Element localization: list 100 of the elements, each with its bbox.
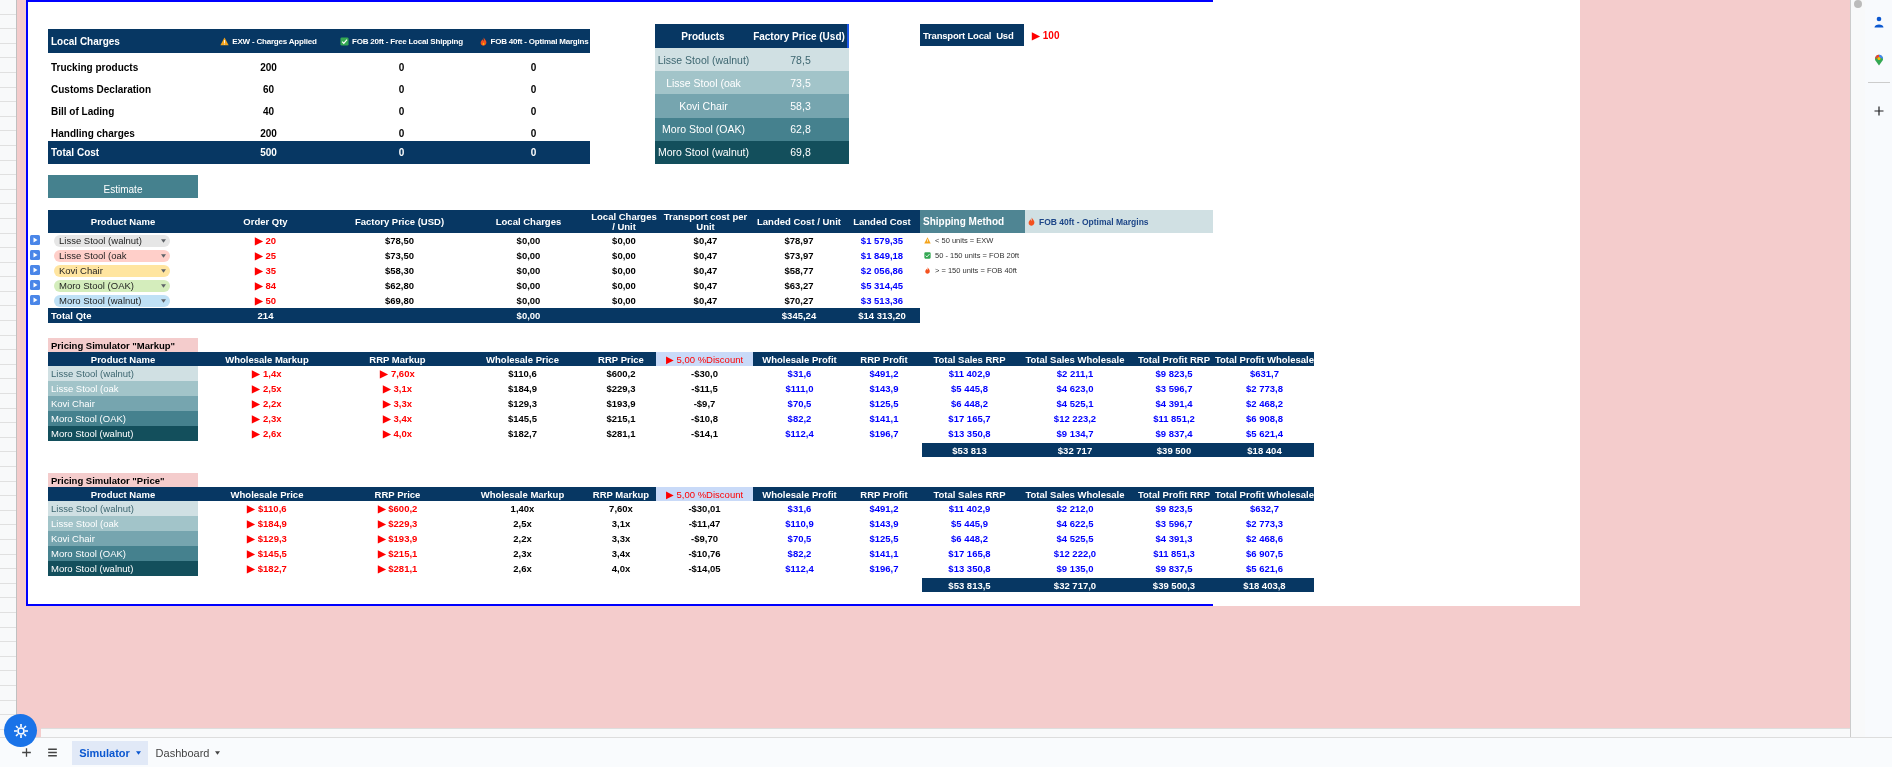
plus-icon[interactable] bbox=[1872, 105, 1885, 117]
table-cell-text: ▶ 2,3x bbox=[250, 412, 283, 426]
fire-icon bbox=[924, 267, 931, 274]
table-cell-text: $0,47 bbox=[692, 264, 719, 278]
transport-header: Transport Local Usd bbox=[920, 24, 1024, 46]
table-cell-text: ▶ 2,2x bbox=[250, 397, 283, 411]
table-cell-text: $5 445,8 bbox=[950, 382, 989, 396]
table-cell-text: $0,00 bbox=[611, 294, 637, 308]
table-cell-text: ▶ $193,9 bbox=[376, 532, 419, 546]
table-cell-text: $0,00 bbox=[611, 264, 637, 278]
table-cell-text: ▶ 3,3x bbox=[381, 397, 414, 411]
table-cell: Moro Stool (walnut) bbox=[48, 426, 198, 441]
table-cell-text: ▶ $600,2 bbox=[376, 502, 419, 516]
table-cell-text: $13 350,8 bbox=[947, 427, 992, 441]
table-cell-text: $6 908,8 bbox=[1245, 412, 1284, 426]
total-cell: $53 813 bbox=[922, 443, 1017, 457]
product-dropdown[interactable]: Moro Stool (OAK) bbox=[54, 279, 170, 292]
total-cell: $39 500,3 bbox=[1133, 578, 1215, 592]
table-cell-text: ▶ $184,9 bbox=[245, 517, 288, 531]
table-cell: Moro Stool (walnut) bbox=[48, 561, 198, 576]
person-icon[interactable] bbox=[1872, 16, 1885, 28]
play-icon[interactable] bbox=[30, 280, 40, 290]
column-header: Wholesale Price bbox=[198, 487, 336, 501]
horizontal-scrollbar[interactable] bbox=[41, 728, 1850, 738]
table-cell-text: $3 513,36 bbox=[859, 294, 905, 308]
table-cell-text: $4 391,4 bbox=[1154, 397, 1194, 411]
total-cell: $18 404 bbox=[1215, 443, 1314, 457]
table-cell-text: $11 851,2 bbox=[1152, 412, 1196, 426]
total-cell: $32 717 bbox=[1017, 443, 1133, 457]
warning-icon bbox=[220, 36, 230, 46]
column-header: Product Name bbox=[48, 352, 198, 366]
column-header: RRP Price bbox=[336, 487, 459, 501]
table-cell-text: $196,7 bbox=[868, 427, 900, 441]
table-cell-text: $182,7 bbox=[506, 427, 539, 441]
product-dropdown[interactable]: Lisse Stool (walnut) bbox=[54, 234, 170, 247]
table-cell-text: $3 596,7 bbox=[1154, 517, 1194, 531]
play-icon[interactable] bbox=[30, 295, 40, 305]
column-header: Local Charges bbox=[466, 210, 591, 233]
menu-icon[interactable] bbox=[46, 746, 59, 759]
table-cell-text: ▶ $129,3 bbox=[245, 532, 288, 546]
table-cell-text: ▶ 3,1x bbox=[381, 382, 414, 396]
table-cell-text: ▶ $182,7 bbox=[245, 562, 288, 576]
table-cell-text: ▶ 3,4x bbox=[381, 412, 414, 426]
column-header: Total Profit Wholesale bbox=[1215, 352, 1314, 366]
table-cell-text: 2,5x bbox=[512, 517, 533, 531]
estimate-button[interactable]: Estimate bbox=[48, 175, 198, 198]
table-cell-text: $0,00 bbox=[611, 249, 637, 263]
table-cell-text: 0 bbox=[397, 127, 406, 141]
caret-icon bbox=[161, 253, 166, 258]
table-cell-text: Trucking products bbox=[50, 61, 140, 75]
table-cell: Lisse Stool (walnut) bbox=[48, 501, 198, 516]
table-cell-text: $1 579,35 bbox=[859, 234, 905, 248]
table-cell-text: $600,2 bbox=[605, 367, 637, 381]
play-icon[interactable] bbox=[30, 235, 40, 245]
table-cell-text: ▶ 2,6x bbox=[250, 427, 283, 441]
column-header: RRP Markup bbox=[586, 487, 656, 501]
table-cell-text: $2 773,3 bbox=[1245, 517, 1284, 531]
column-header: Factory Price (USD) bbox=[333, 210, 466, 233]
table-cell-text: $73,50 bbox=[383, 249, 416, 263]
table-cell-text: $143,9 bbox=[868, 382, 900, 396]
table-cell-text: -$11,5 bbox=[690, 382, 719, 396]
header-label: FOB 20ft - Free Local Shipping bbox=[352, 36, 463, 46]
table-cell-text: $111,0 bbox=[784, 382, 815, 396]
table-cell-text: $5 445,9 bbox=[950, 517, 989, 531]
table-cell-text: $6 907,5 bbox=[1245, 547, 1284, 561]
table-cell-text: $78,50 bbox=[383, 234, 416, 248]
table-cell: Moro Stool (walnut) bbox=[655, 140, 752, 164]
sheet-tab[interactable]: Dashboard bbox=[150, 740, 226, 765]
sheet-tab[interactable]: Simulator bbox=[72, 740, 148, 765]
table-cell-text: 1,40x bbox=[509, 502, 536, 516]
table-cell-text: $0,00 bbox=[515, 264, 542, 278]
table-cell-text: $6 448,2 bbox=[950, 397, 989, 411]
product-dropdown[interactable]: Lisse Stool (oak bbox=[54, 249, 170, 262]
total-cell: $18 403,8 bbox=[1215, 578, 1314, 592]
total-cell: 214 bbox=[257, 310, 274, 321]
table-cell-text: 0 bbox=[529, 61, 538, 75]
shipping-method-header: Shipping Method bbox=[920, 210, 1025, 233]
table-cell-text: $9 837,5 bbox=[1154, 562, 1194, 576]
table-cell-text: $2 468,2 bbox=[1245, 397, 1284, 411]
play-icon[interactable] bbox=[30, 250, 40, 260]
table-cell-text: $4 525,1 bbox=[1055, 397, 1095, 411]
table-cell-text: $631,7 bbox=[1248, 367, 1281, 381]
header-label: Local Charges bbox=[51, 35, 120, 47]
product-dropdown[interactable]: Moro Stool (walnut) bbox=[54, 294, 170, 307]
table-cell-text: $9 134,7 bbox=[1055, 427, 1095, 441]
column-header: Total Profit RRP bbox=[1133, 352, 1215, 366]
table-cell: Kovi Chair bbox=[655, 94, 752, 118]
table-cell: 73,5 bbox=[752, 71, 849, 95]
table-cell-text: ▶ 2,5x bbox=[250, 382, 283, 396]
table-cell-text: $5 314,45 bbox=[859, 279, 905, 293]
table-cell: 62,8 bbox=[752, 117, 849, 141]
play-icon[interactable] bbox=[30, 265, 40, 275]
checkbox-icon bbox=[924, 252, 931, 259]
add-sheet-icon[interactable] bbox=[20, 746, 33, 759]
map-pin-icon[interactable] bbox=[1872, 54, 1885, 66]
product-dropdown[interactable]: Kovi Chair bbox=[54, 264, 170, 277]
scrollbar-thumb[interactable] bbox=[1854, 0, 1862, 8]
table-cell-text: $11 402,9 bbox=[947, 367, 992, 381]
total-cell: $53 813,5 bbox=[922, 578, 1017, 592]
table-cell-text: 0 bbox=[529, 105, 538, 119]
